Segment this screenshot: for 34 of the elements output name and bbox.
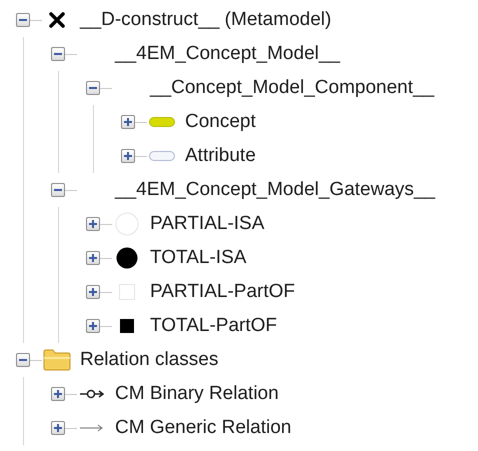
expand-button[interactable]: [86, 251, 100, 265]
tree-item[interactable]: __D-construct__ (Metamodel): [80, 9, 332, 31]
expand-button[interactable]: [121, 115, 135, 129]
circle-icon: [116, 247, 138, 269]
collapse-button[interactable]: [16, 353, 30, 367]
expand-button[interactable]: [51, 421, 65, 435]
tree-item[interactable]: Relation classes: [80, 349, 218, 371]
tree-item[interactable]: __4EM_Concept_Model__: [115, 43, 340, 65]
tree-item[interactable]: CM Generic Relation: [115, 417, 292, 439]
cross-icon: [49, 12, 65, 28]
expand-button[interactable]: [86, 217, 100, 231]
tree-item[interactable]: TOTAL-ISA: [150, 247, 246, 269]
collapse-button[interactable]: [16, 13, 30, 27]
folder-icon: [43, 349, 71, 371]
collapse-button[interactable]: [51, 47, 65, 61]
collapse-button[interactable]: [86, 81, 100, 95]
link-arrow-icon: [80, 389, 104, 399]
circle-icon: [115, 212, 139, 236]
expand-button[interactable]: [86, 285, 100, 299]
tree-item[interactable]: CM Binary Relation: [115, 383, 279, 405]
tree-item[interactable]: TOTAL-PartOF: [150, 315, 278, 337]
tree-item[interactable]: Attribute: [185, 145, 256, 167]
tree-item[interactable]: Concept: [185, 111, 256, 133]
square-icon: [119, 284, 135, 300]
tree-item[interactable]: PARTIAL-ISA: [150, 213, 264, 235]
arrow-icon: [80, 424, 104, 432]
tree-item[interactable]: __4EM_Concept_Model_Gateways__: [115, 179, 436, 201]
expand-button[interactable]: [86, 319, 100, 333]
expand-button[interactable]: [51, 387, 65, 401]
square-icon: [120, 319, 134, 333]
collapse-button[interactable]: [51, 183, 65, 197]
tree-item[interactable]: PARTIAL-PartOF: [150, 281, 295, 303]
tree-item[interactable]: __Concept_Model_Component__: [150, 77, 434, 99]
expand-button[interactable]: [121, 149, 135, 163]
